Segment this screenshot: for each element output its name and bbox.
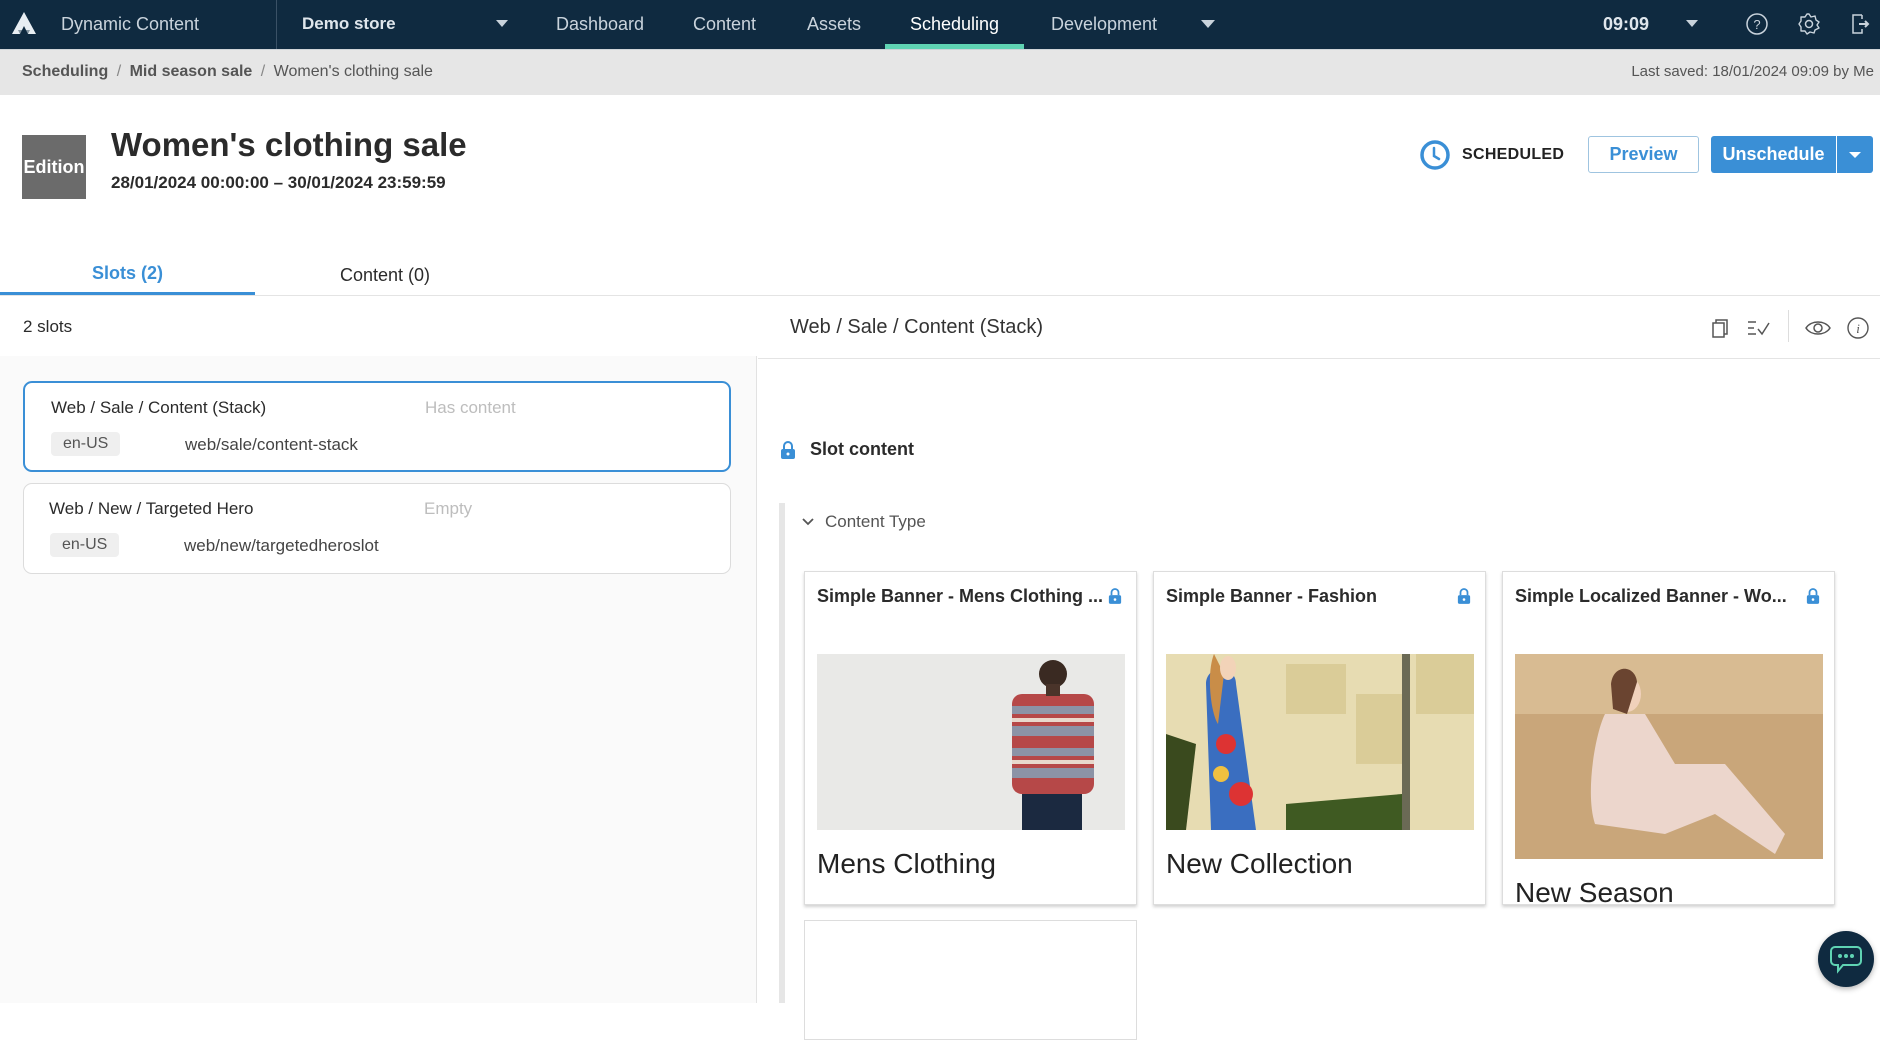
content-card[interactable]: Simple Banner - Fashion New Collection [1153, 571, 1486, 905]
content-type-toggle[interactable]: Content Type [801, 512, 926, 532]
chat-button[interactable] [1818, 931, 1874, 987]
nav-assets[interactable]: Assets [807, 14, 861, 35]
svg-text:?: ? [1753, 17, 1760, 32]
unschedule-options-caret-icon[interactable] [1837, 136, 1873, 173]
slot-content-header: Slot content [780, 439, 914, 460]
breadcrumb: Scheduling / Mid season sale / Women's c… [22, 63, 433, 81]
unschedule-button[interactable]: Unschedule [1711, 136, 1836, 173]
slot-content-label: Slot content [810, 439, 914, 459]
content-type-label: Content Type [825, 512, 926, 531]
clock-icon [1420, 140, 1450, 170]
nav-scheduling[interactable]: Scheduling [910, 14, 999, 35]
info-icon[interactable]: i [1846, 316, 1870, 340]
card-caption: New Collection [1166, 848, 1353, 879]
slots-count-row: 2 slots [0, 296, 757, 356]
card-image-woman-wheat-field [1515, 654, 1823, 859]
slot-card[interactable]: Web / Sale / Content (Stack) Has content… [23, 381, 731, 472]
edition-date-range: 28/01/2024 00:00:00 – 30/01/2024 23:59:5… [111, 173, 446, 192]
last-saved-info: Last saved: 18/01/2024 09:09 by Me [1631, 63, 1874, 80]
chat-bubble-icon [1830, 946, 1862, 974]
card-caption: Mens Clothing [817, 848, 996, 879]
slot-name: Web / New / Targeted Hero [49, 499, 254, 518]
store-dropdown-caret-icon[interactable] [496, 20, 508, 27]
app-name: Dynamic Content [61, 14, 200, 34]
logout-icon[interactable] [1848, 12, 1872, 36]
settings-icon[interactable] [1797, 12, 1821, 36]
toolbar-divider [1788, 310, 1789, 342]
nav-dashboard[interactable]: Dashboard [556, 14, 644, 35]
breadcrumb-separator: / [260, 63, 266, 80]
lock-icon [781, 440, 795, 459]
app-logo-icon[interactable] [10, 10, 38, 38]
status-label: SCHEDULED [1462, 146, 1565, 163]
top-nav: Dynamic Content Demo store Dashboard Con… [0, 0, 1880, 49]
slot-card[interactable]: Web / New / Targeted Hero Empty en-US we… [23, 483, 731, 574]
lock-icon [1457, 588, 1471, 604]
content-card[interactable]: Simple Localized Banner - Wo... New Seas… [1502, 571, 1835, 905]
copy-icon[interactable] [1708, 316, 1732, 340]
edition-badge: Edition [22, 135, 86, 199]
nav-divider [276, 0, 277, 49]
breadcrumb-current: Women's clothing sale [273, 63, 433, 80]
preview-eye-icon[interactable] [1804, 316, 1832, 340]
slot-delivery-key: web/sale/content-stack [185, 435, 358, 454]
help-icon[interactable]: ? [1745, 12, 1769, 36]
status-badge: SCHEDULED [1419, 139, 1564, 171]
breadcrumb-mid-season-sale[interactable]: Mid season sale [130, 63, 253, 80]
slot-state: Empty [424, 499, 473, 518]
lock-icon [1806, 588, 1820, 604]
content-card-placeholder[interactable] [804, 920, 1137, 1040]
slot-delivery-key: web/new/targetedheroslot [184, 536, 379, 555]
breadcrumb-scheduling[interactable]: Scheduling [22, 63, 108, 80]
preview-button[interactable]: Preview [1588, 136, 1699, 173]
slot-state: Has content [425, 398, 516, 417]
nav-content[interactable]: Content [693, 14, 756, 35]
page-title: Women's clothing sale [111, 126, 467, 163]
time-selector[interactable]: 09:09 [1603, 14, 1649, 35]
nav-development[interactable]: Development [1051, 14, 1157, 35]
card-title: Simple Banner - Mens Clothing ... [817, 586, 1104, 606]
store-selector[interactable]: Demo store [302, 14, 396, 34]
tab-bar: Slots (2) Content (0) [0, 255, 1880, 296]
content-card[interactable]: Simple Banner - Mens Clothing ... Mens C… [804, 571, 1137, 905]
card-caption: New Season [1515, 877, 1674, 905]
nav-more-caret-icon[interactable] [1201, 20, 1215, 28]
card-title: Simple Banner - Fashion [1166, 586, 1378, 606]
card-title: Simple Localized Banner - Wo... [1515, 586, 1787, 606]
slot-locale-badge: en-US [50, 533, 120, 557]
tab-slots[interactable]: Slots (2) [0, 255, 255, 295]
card-image-man-striped-sweater [817, 654, 1125, 830]
slot-detail-panel: Web / Sale / Content (Stack) i Slot cont… [758, 296, 1880, 1040]
time-dropdown-caret-icon[interactable] [1686, 20, 1698, 27]
card-image-woman-floral-dress [1166, 654, 1474, 830]
breadcrumb-separator: / [116, 63, 122, 80]
chevron-down-icon [802, 518, 814, 526]
svg-text:i: i [1856, 321, 1860, 336]
slots-panel: 2 slots Web / Sale / Content (Stack) Has… [0, 296, 757, 1003]
slots-count: 2 slots [23, 317, 73, 336]
tab-content[interactable]: Content (0) [255, 255, 515, 295]
slot-locale-badge: en-US [51, 432, 121, 456]
slot-name: Web / Sale / Content (Stack) [51, 398, 267, 417]
validate-icon[interactable] [1746, 316, 1770, 340]
breadcrumb-bar: Scheduling / Mid season sale / Women's c… [0, 49, 1880, 95]
slot-detail-header: Web / Sale / Content (Stack) i [758, 296, 1880, 359]
content-section-rule [779, 503, 785, 1003]
slot-detail-title: Web / Sale / Content (Stack) [790, 316, 1044, 338]
lock-icon [1108, 588, 1122, 604]
